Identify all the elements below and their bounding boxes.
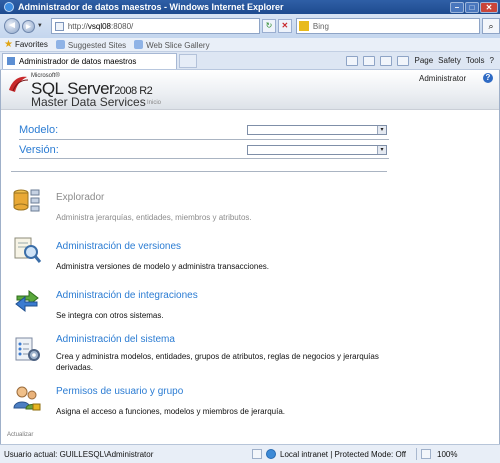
- refresh-button[interactable]: ↻: [261, 19, 276, 33]
- search-placeholder: Bing: [312, 21, 329, 31]
- back-button[interactable]: ◄: [4, 18, 20, 34]
- system-admin-icon: [15, 337, 40, 361]
- window-title: Administrador de datos maestros - Window…: [18, 2, 284, 12]
- close-button[interactable]: ✕: [480, 1, 498, 13]
- user-permissions-description: Asigna el acceso a funciones, modelos y …: [56, 407, 286, 416]
- page-content: Microsoft® SQL Server2008 R2 Master Data…: [0, 70, 500, 444]
- model-divider: [19, 139, 389, 140]
- breadcrumb[interactable]: Inicio: [147, 100, 161, 106]
- chevron-down-icon: ▾: [377, 126, 386, 134]
- forward-button[interactable]: ►: [21, 19, 35, 33]
- zoom-icon: [421, 449, 431, 459]
- web-slice-label: Web Slice Gallery: [146, 40, 210, 50]
- refresh-link[interactable]: Actualizar: [7, 432, 33, 438]
- integration-icon: [15, 289, 39, 313]
- version-divider: [19, 158, 389, 159]
- mail-icon[interactable]: [380, 55, 393, 66]
- tab-title: Administrador de datos maestros: [19, 56, 137, 66]
- address-input[interactable]: http://vsql08:8080/: [50, 18, 260, 34]
- globe-icon: [266, 449, 276, 459]
- explorer-icon: [13, 189, 40, 212]
- user-permissions-icon: [13, 386, 41, 411]
- web-slice-gallery-link[interactable]: Web Slice Gallery: [134, 39, 210, 50]
- suggested-sites-link[interactable]: Suggested Sites: [55, 39, 127, 50]
- favorites-bar: ★ Favorites Suggested Sites Web Slice Ga…: [0, 38, 500, 52]
- version-management-icon: [14, 237, 42, 263]
- address-rest: :8080/: [111, 21, 134, 31]
- maximize-button[interactable]: □: [465, 1, 479, 13]
- ie-logo-icon: [4, 2, 14, 12]
- help-icon[interactable]: ?: [483, 73, 493, 83]
- print-icon[interactable]: [397, 55, 410, 66]
- tab-active[interactable]: Administrador de datos maestros: [2, 52, 177, 69]
- address-host: vsql08: [87, 21, 111, 31]
- minimize-button[interactable]: –: [450, 1, 464, 13]
- sql-server-logo-icon: [9, 76, 29, 92]
- window-controls: – □ ✕: [450, 1, 498, 13]
- status-progress-icon: [252, 449, 262, 459]
- model-select[interactable]: ▾: [247, 125, 387, 135]
- tab-bar: Administrador de datos maestros Page Saf…: [0, 52, 500, 70]
- status-user: Usuario actual: GUILLESQL\Administrator: [4, 449, 154, 459]
- system-admin-description: Crea y administra modelos, entidades, gr…: [56, 352, 379, 372]
- section-divider: [11, 171, 387, 172]
- suggested-sites-icon: [55, 39, 65, 49]
- user-permissions-link[interactable]: Permisos de usuario y grupo: [56, 386, 183, 397]
- integration-management-description: Se integra con otros sistemas.: [56, 311, 164, 320]
- home-icon[interactable]: [346, 55, 359, 66]
- window-titlebar[interactable]: Administrador de datos maestros - Window…: [0, 0, 500, 14]
- status-bar: Usuario actual: GUILLESQL\Administrator …: [0, 444, 500, 463]
- version-select[interactable]: ▾: [247, 145, 387, 155]
- explorer-description: Administra jerarquías, entidades, miembr…: [56, 213, 252, 222]
- page-menu[interactable]: Page: [414, 56, 433, 65]
- web-slice-icon: [134, 39, 144, 49]
- command-bar: Page Safety Tools ?: [346, 55, 500, 66]
- integration-management-link[interactable]: Administración de integraciones: [56, 290, 198, 301]
- security-zone[interactable]: Local intranet | Protected Mode: Off: [280, 450, 406, 459]
- version-label: Versión:: [19, 144, 59, 156]
- mds-header: Microsoft® SQL Server2008 R2 Master Data…: [1, 70, 499, 110]
- version-management-link[interactable]: Administración de versiones: [56, 241, 181, 252]
- address-prefix: http://: [67, 21, 88, 31]
- stop-button[interactable]: ✕: [277, 19, 292, 33]
- search-input[interactable]: Bing: [295, 18, 481, 34]
- chevron-down-icon: ▾: [377, 146, 386, 154]
- tab-page-icon: [7, 57, 15, 65]
- new-tab-button[interactable]: [179, 53, 197, 68]
- system-admin-link[interactable]: Administración del sistema: [56, 334, 175, 345]
- favorites-star-icon[interactable]: ★: [4, 39, 13, 50]
- favorites-button[interactable]: Favorites: [15, 40, 48, 49]
- product-subtitle: Master Data Services: [31, 95, 146, 109]
- status-separator: [416, 448, 417, 460]
- help-menu[interactable]: ?: [490, 56, 494, 65]
- zoom-level[interactable]: 100%: [437, 450, 457, 459]
- version-management-description: Administra versiones de modelo y adminis…: [56, 262, 269, 271]
- user-menu[interactable]: Administrator: [419, 74, 466, 83]
- tools-menu[interactable]: Tools: [466, 56, 485, 65]
- safety-menu[interactable]: Safety: [438, 56, 461, 65]
- history-dropdown-icon[interactable]: ▼: [37, 23, 45, 29]
- search-button[interactable]: ⌕: [482, 18, 500, 34]
- bing-icon: [298, 21, 309, 31]
- feeds-icon[interactable]: [363, 55, 376, 66]
- explorer-link: Explorador: [56, 192, 105, 203]
- suggested-sites-label: Suggested Sites: [67, 40, 127, 50]
- model-label: Modelo:: [19, 124, 59, 136]
- page-icon: [54, 21, 64, 31]
- address-toolbar: ◄ ► ▼ http://vsql08:8080/ ↻ ✕ Bing ⌕: [0, 14, 500, 38]
